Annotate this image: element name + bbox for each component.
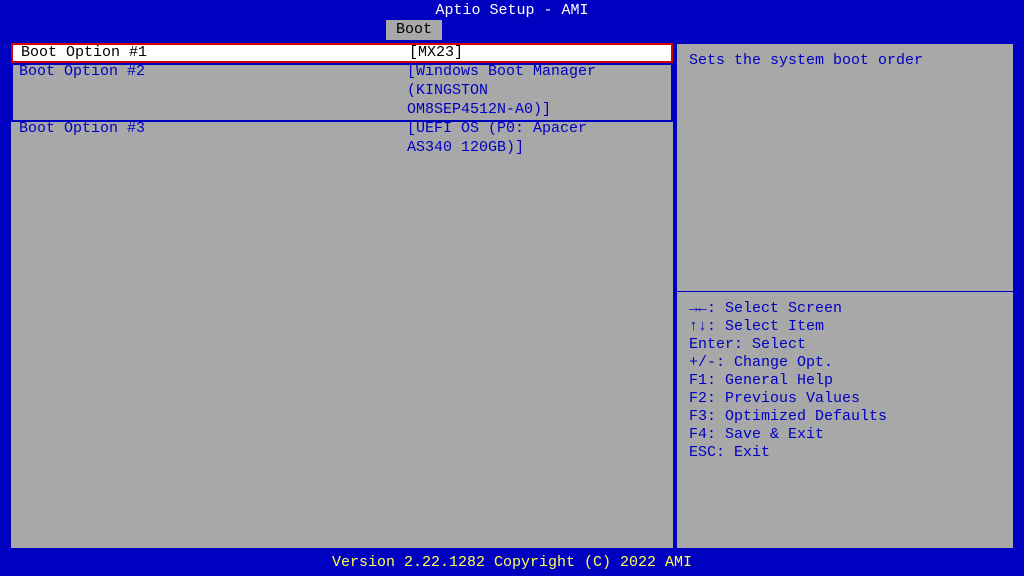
nav-help: →←: Select Screen ↑↓: Select Item Enter:…	[677, 291, 1013, 462]
boot-option-label: Boot Option #1	[21, 44, 409, 62]
nav-f3: F3: Optimized Defaults	[689, 408, 1001, 426]
boot-option-label: Boot Option #2	[19, 63, 407, 81]
nav-f2: F2: Previous Values	[689, 390, 1001, 408]
nav-change-opt: +/-: Change Opt.	[689, 354, 1001, 372]
footer-version: Version 2.22.1282 Copyright (C) 2022 AMI	[0, 554, 1024, 572]
help-panel: Sets the system boot order →←: Select Sc…	[675, 42, 1015, 550]
tab-boot[interactable]: Boot	[386, 20, 442, 40]
nav-f4: F4: Save & Exit	[689, 426, 1001, 444]
boot-option-value: [MX23]	[409, 44, 663, 62]
boot-option-3[interactable]: Boot Option #3 [UEFI OS (P0: Apacer	[11, 119, 673, 138]
boot-option-value: [Windows Boot Manager	[407, 63, 665, 81]
nav-f1: F1: General Help	[689, 372, 1001, 390]
boot-option-2-cont: (KINGSTON	[11, 81, 673, 100]
boot-option-value: [UEFI OS (P0: Apacer	[407, 120, 665, 138]
tab-row: Boot	[0, 20, 1024, 40]
help-text: Sets the system boot order	[689, 52, 1001, 70]
boot-option-2[interactable]: Boot Option #2 [Windows Boot Manager	[11, 62, 673, 81]
header-title: Aptio Setup - AMI	[0, 0, 1024, 20]
nav-enter: Enter: Select	[689, 336, 1001, 354]
boot-option-1[interactable]: Boot Option #1 [MX23]	[11, 43, 673, 63]
panels-container: Boot Option #1 [MX23] Boot Option #2 [Wi…	[9, 42, 1015, 550]
boot-option-label: Boot Option #3	[19, 120, 407, 138]
nav-select-screen: →←: Select Screen	[689, 300, 1001, 318]
nav-esc: ESC: Exit	[689, 444, 1001, 462]
boot-options-panel: Boot Option #1 [MX23] Boot Option #2 [Wi…	[9, 42, 675, 550]
boot-option-3-cont: AS340 120GB)]	[11, 138, 673, 157]
nav-select-item: ↑↓: Select Item	[689, 318, 1001, 336]
boot-option-2-cont: OM8SEP4512N-A0)]	[11, 100, 673, 119]
